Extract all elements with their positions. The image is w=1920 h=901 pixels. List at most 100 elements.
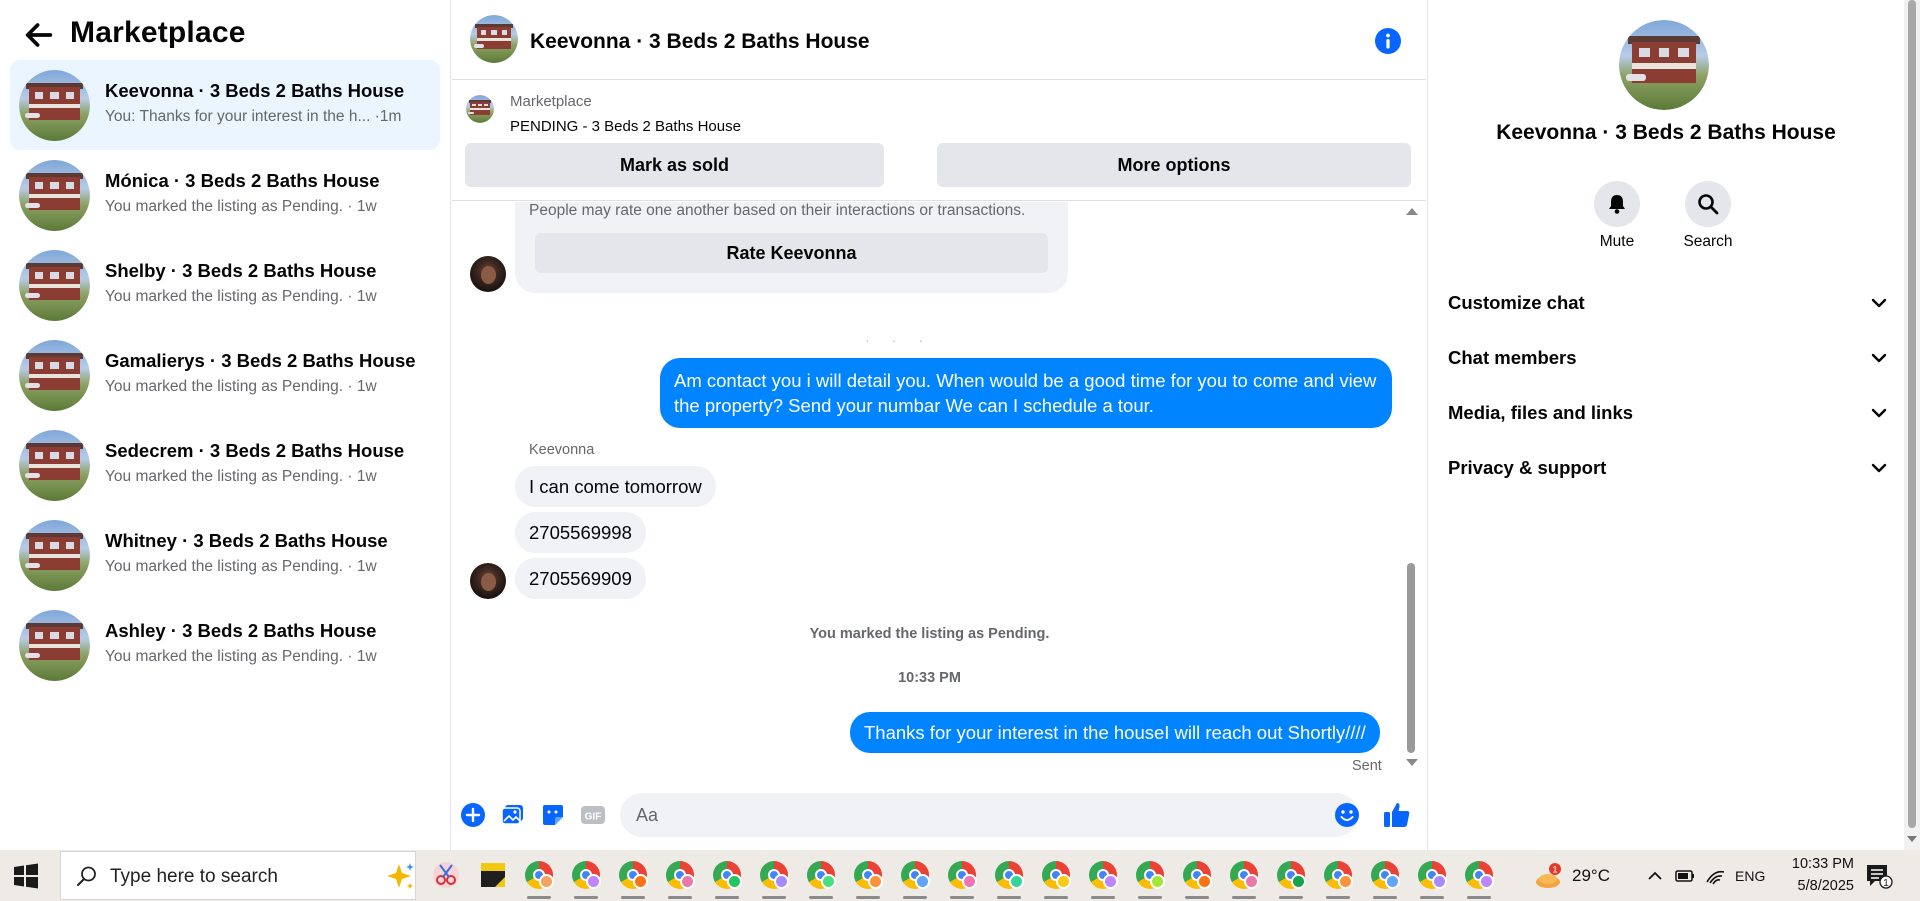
conversation-item-sedecrem[interactable]: Sedecrem · 3 Beds 2 Baths House You mark… bbox=[10, 420, 440, 510]
search-icon bbox=[77, 866, 96, 886]
scroll-down-arrow-icon[interactable] bbox=[1907, 836, 1917, 842]
back-arrow-icon[interactable] bbox=[22, 18, 56, 52]
chevron-down-icon bbox=[1871, 408, 1887, 418]
notification-badge: 1 bbox=[1883, 878, 1889, 889]
incoming-message[interactable]: 2705569909 bbox=[515, 558, 646, 599]
chrome-profile-icon[interactable] bbox=[523, 859, 555, 899]
conversation-name: Whitney · 3 Beds 2 Baths House bbox=[105, 530, 388, 551]
thumbs-up-icon[interactable] bbox=[1382, 800, 1412, 830]
info-icon[interactable] bbox=[1374, 27, 1402, 55]
wifi-icon[interactable] bbox=[1706, 870, 1725, 885]
more-options-button[interactable]: More options bbox=[937, 143, 1411, 187]
system-note: You marked the listing as Pending. bbox=[809, 626, 1050, 642]
rate-card: People may rate one another based on the… bbox=[515, 202, 1068, 293]
conversation-item-whitney[interactable]: Whitney · 3 Beds 2 Baths House You marke… bbox=[10, 510, 440, 600]
chat-title[interactable]: Keevonna · 3 Beds 2 Baths House bbox=[530, 30, 870, 54]
message-input[interactable] bbox=[620, 793, 1358, 837]
section-privacy-support[interactable]: Privacy & support bbox=[1448, 447, 1888, 487]
conversation-item-shelby[interactable]: Shelby · 3 Beds 2 Baths House You marked… bbox=[10, 240, 440, 330]
conversation-item-ashley[interactable]: Ashley · 3 Beds 2 Baths House You marked… bbox=[10, 600, 440, 690]
mark-as-sold-button[interactable]: Mark as sold bbox=[465, 143, 884, 187]
chrome-profile-icon[interactable] bbox=[617, 859, 649, 899]
sticker-icon[interactable] bbox=[540, 802, 566, 828]
sticky-notes-icon[interactable] bbox=[477, 859, 509, 891]
temperature[interactable]: 29°C bbox=[1572, 866, 1610, 886]
listing-avatar bbox=[1619, 20, 1709, 110]
outgoing-message[interactable]: Am contact you i will detail you. When w… bbox=[660, 358, 1392, 428]
listing-thumbnail bbox=[19, 340, 90, 411]
outgoing-message[interactable]: Thanks for your interest in the houseI w… bbox=[850, 712, 1380, 753]
chrome-profile-icon[interactable] bbox=[993, 859, 1025, 899]
chrome-profile-icon[interactable] bbox=[758, 859, 790, 899]
chrome-profile-icon[interactable] bbox=[852, 859, 884, 899]
listing-thumbnail bbox=[19, 250, 90, 321]
windows-start-icon[interactable] bbox=[12, 862, 40, 890]
chat-avatar[interactable] bbox=[470, 15, 518, 63]
clock-date[interactable]: 5/8/2025 bbox=[1782, 878, 1854, 894]
avatar[interactable] bbox=[470, 256, 506, 292]
chrome-profile-icon[interactable] bbox=[946, 859, 978, 899]
chrome-profile-icon[interactable] bbox=[1369, 859, 1401, 899]
chrome-profile-icon[interactable] bbox=[570, 859, 602, 899]
copilot-sparkle-icon[interactable] bbox=[385, 860, 415, 892]
section-media-files-links[interactable]: Media, files and links bbox=[1448, 392, 1888, 432]
incoming-message[interactable]: 2705569998 bbox=[515, 512, 646, 553]
chrome-profile-icon[interactable] bbox=[805, 859, 837, 899]
battery-icon[interactable] bbox=[1675, 870, 1694, 882]
listing-status[interactable]: PENDING - 3 Beds 2 Baths House bbox=[510, 118, 741, 135]
avatar[interactable] bbox=[470, 563, 506, 599]
scrollbar-thumb[interactable] bbox=[1407, 563, 1415, 753]
snipping-tool-icon[interactable] bbox=[430, 859, 462, 891]
section-customize-chat[interactable]: Customize chat bbox=[1448, 282, 1888, 322]
rate-user-button[interactable]: Rate Keevonna bbox=[535, 233, 1048, 273]
search-icon bbox=[1698, 194, 1719, 215]
conversation-name: Sedecrem · 3 Beds 2 Baths House bbox=[105, 440, 405, 461]
window-scrollbar-thumb[interactable] bbox=[1908, 0, 1916, 828]
chevron-down-icon bbox=[1871, 353, 1887, 363]
chat-header: Keevonna · 3 Beds 2 Baths House bbox=[452, 0, 1426, 80]
marketplace-listing-banner: Marketplace PENDING - 3 Beds 2 Baths Hou… bbox=[452, 81, 1426, 201]
incoming-message[interactable]: I can come tomorrow bbox=[515, 466, 716, 507]
chrome-profile-icon[interactable] bbox=[1322, 859, 1354, 899]
gif-icon[interactable]: GIF bbox=[580, 802, 606, 828]
conversation-item-keevonna[interactable]: Keevonna · 3 Beds 2 Baths House You: Tha… bbox=[10, 60, 440, 150]
chrome-profile-icon[interactable] bbox=[1087, 859, 1119, 899]
conversation-preview: You marked the listing as Pending. · 1w bbox=[105, 198, 377, 215]
notification-icon[interactable]: 1 bbox=[1864, 862, 1894, 890]
taskbar-search-box[interactable]: Type here to search bbox=[60, 851, 416, 900]
section-chat-members[interactable]: Chat members bbox=[1448, 337, 1888, 377]
chevron-up-icon[interactable] bbox=[1648, 871, 1662, 880]
chrome-profile-icon[interactable] bbox=[664, 859, 696, 899]
taskbar-search-placeholder: Type here to search bbox=[110, 866, 278, 887]
chat-panel: Keevonna · 3 Beds 2 Baths House Marketpl… bbox=[452, 0, 1426, 850]
clock-time[interactable]: 10:33 PM bbox=[1782, 856, 1854, 872]
chrome-profile-icon[interactable] bbox=[1275, 859, 1307, 899]
chrome-profile-icon[interactable] bbox=[1416, 859, 1448, 899]
scroll-up-arrow-icon[interactable] bbox=[1406, 208, 1418, 215]
chrome-profile-icon[interactable] bbox=[899, 859, 931, 899]
chrome-profile-icon[interactable] bbox=[1463, 859, 1495, 899]
chrome-profile-icon[interactable] bbox=[1040, 859, 1072, 899]
chrome-profile-icon[interactable] bbox=[1134, 859, 1166, 899]
window-scrollbar[interactable] bbox=[1904, 0, 1920, 850]
conversation-preview: You marked the listing as Pending. · 1w bbox=[105, 468, 377, 485]
search-button[interactable] bbox=[1685, 181, 1731, 227]
mute-button[interactable] bbox=[1594, 181, 1640, 227]
conversation-item-gamalierys[interactable]: Gamalierys · 3 Beds 2 Baths House You ma… bbox=[10, 330, 440, 420]
weather-icon[interactable]: 1 bbox=[1533, 862, 1563, 890]
chat-scrollbar[interactable] bbox=[1404, 203, 1418, 773]
conversation-name: Mónica · 3 Beds 2 Baths House bbox=[105, 170, 380, 191]
photo-icon[interactable] bbox=[500, 802, 526, 828]
chrome-profile-icon[interactable] bbox=[711, 859, 743, 899]
conversation-item-monica[interactable]: Mónica · 3 Beds 2 Baths House You marked… bbox=[10, 150, 440, 240]
language-indicator[interactable]: ENG bbox=[1735, 868, 1765, 884]
emoji-icon[interactable] bbox=[1334, 802, 1360, 828]
chrome-profile-icon[interactable] bbox=[1228, 859, 1260, 899]
sent-status: Sent bbox=[1352, 758, 1382, 772]
scroll-down-arrow-icon[interactable] bbox=[1406, 759, 1418, 766]
chrome-profile-icon[interactable] bbox=[1181, 859, 1213, 899]
conversation-preview: You marked the listing as Pending. · 1w bbox=[105, 648, 377, 665]
left-header: Marketplace bbox=[0, 0, 451, 60]
listing-thumbnail bbox=[19, 430, 90, 501]
plus-circle-icon[interactable] bbox=[460, 802, 486, 828]
